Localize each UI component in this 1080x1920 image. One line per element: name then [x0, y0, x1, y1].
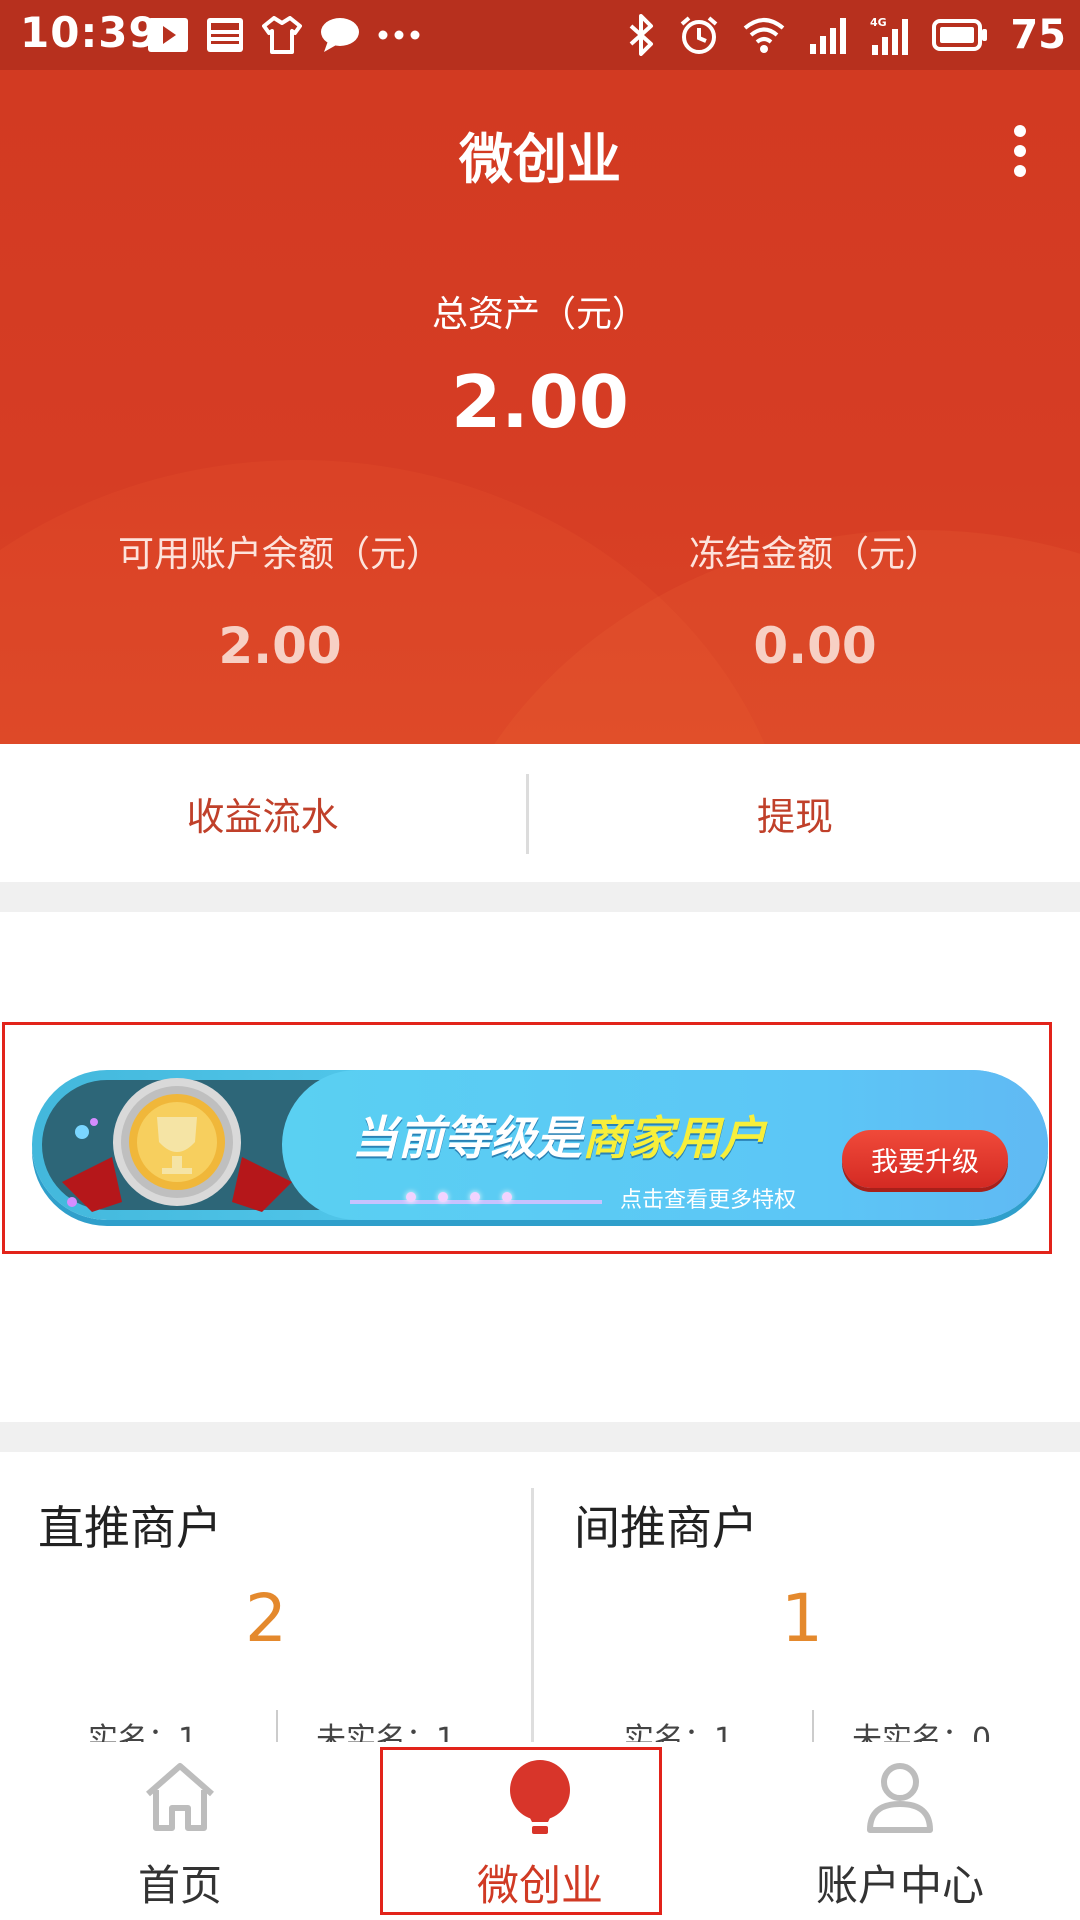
shirt-icon	[262, 16, 302, 54]
frozen-amount-label: 冻结金额（元）	[688, 534, 941, 575]
nav-account[interactable]: 账户中心	[750, 1742, 1050, 1920]
section-gap	[0, 1422, 1080, 1452]
signal-icon	[810, 18, 847, 54]
total-assets-label: 总资产（元）	[431, 294, 648, 335]
direct-merchants-title: 直推商户	[38, 1501, 222, 1555]
page-title: 微创业	[459, 128, 621, 191]
4g-signal-icon: 4G	[870, 16, 909, 55]
system-icons: 4G 75	[628, 12, 1066, 58]
vertical-dots-icon[interactable]	[1000, 120, 1040, 180]
home-icon	[146, 1763, 214, 1831]
level-name: 商家用户	[582, 1111, 766, 1165]
notification-icons	[148, 14, 420, 56]
nav-account-label: 账户中心	[815, 1861, 984, 1910]
total-assets-value: 2.00	[451, 360, 629, 444]
withdraw-button[interactable]: 提现	[530, 744, 1060, 882]
chat-bubble-icon	[321, 18, 359, 52]
available-balance-label: 可用账户余额（元）	[117, 534, 442, 575]
indirect-merchants-count: 1	[781, 1580, 823, 1657]
stats-divider	[531, 1488, 534, 1742]
status-bar: 10:39 4G 75	[0, 0, 1080, 70]
available-balance: 可用账户余额（元） 2.00	[10, 525, 550, 675]
indirect-unverified: 未实名：0	[852, 1722, 992, 1742]
decorative-dots	[406, 1192, 512, 1202]
sub-divider	[812, 1710, 814, 1742]
user-icon	[867, 1763, 933, 1833]
bluetooth-icon	[629, 14, 654, 56]
direct-merchants[interactable]: 直推商户 2 实名：1 未实名：1	[0, 1452, 532, 1742]
indirect-merchants[interactable]: 间推商户 1 实名：1 未实名：0	[536, 1452, 1068, 1742]
battery-icon	[932, 19, 988, 51]
nav-home-label: 首页	[137, 1861, 222, 1910]
merchant-stats: 直推商户 2 实名：1 未实名：1 间推商户 1 实名：1 未实名：0	[0, 1452, 1080, 1742]
battery-level: 75	[1010, 12, 1066, 58]
banner-hint: 点击查看更多特权	[620, 1188, 797, 1213]
indirect-merchants-title: 间推商户	[574, 1501, 758, 1555]
svg-text:4G: 4G	[870, 16, 887, 29]
available-balance-value: 2.00	[218, 617, 342, 675]
more-dots-icon	[378, 30, 420, 40]
play-icon	[148, 18, 188, 52]
direct-unverified: 未实名：1	[316, 1722, 456, 1742]
sub-divider	[276, 1710, 278, 1742]
level-prefix: 当前等级是	[352, 1111, 582, 1165]
level-banner-section: 当前等级是商家用户 点击查看更多特权 我要升级	[0, 912, 1080, 1422]
level-title: 当前等级是商家用户	[352, 1102, 766, 1168]
alarm-icon	[681, 16, 718, 54]
action-divider	[526, 774, 529, 854]
assets-header: 微创业 总资产（元） 2.00 可用账户余额（元） 2.00 冻结金额（元） 0…	[0, 70, 1080, 744]
upgrade-button[interactable]: 我要升级	[842, 1130, 1008, 1188]
news-icon	[207, 18, 243, 52]
nav-home[interactable]: 首页	[30, 1742, 330, 1920]
action-bar: 收益流水 提现	[0, 744, 1080, 882]
wifi-icon	[744, 18, 785, 53]
section-gap	[0, 882, 1080, 912]
frozen-amount-value: 0.00	[753, 617, 877, 675]
direct-merchants-count: 2	[245, 1580, 287, 1657]
income-flow-button[interactable]: 收益流水	[0, 744, 525, 882]
frozen-amount: 冻结金额（元） 0.00	[545, 525, 1080, 675]
indirect-verified: 实名：1	[624, 1722, 734, 1742]
direct-verified: 实名：1	[88, 1722, 198, 1742]
status-time: 10:39	[20, 8, 159, 57]
highlight-outline	[380, 1747, 662, 1915]
trophy-medal-icon	[62, 1078, 292, 1212]
